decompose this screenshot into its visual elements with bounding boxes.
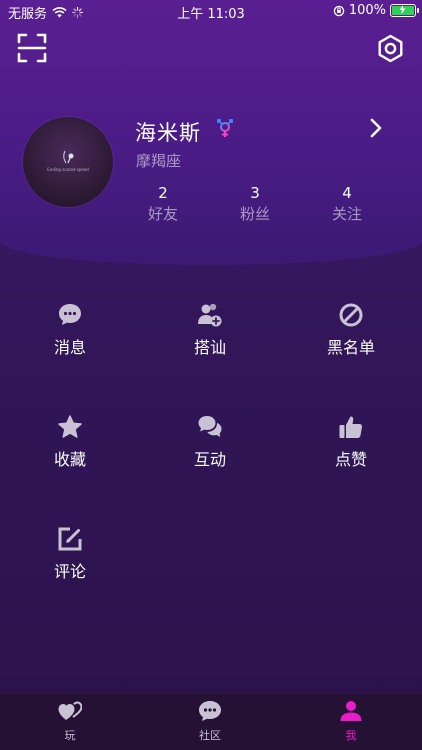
settings-icon[interactable]: [376, 34, 405, 63]
person-icon: [340, 701, 362, 721]
zodiac-sign: 摩羯座: [136, 152, 182, 170]
menu-favorites-label: 收藏: [53, 450, 86, 469]
user-name: 海米斯: [135, 121, 201, 145]
menu-pickup[interactable]: 搭讪: [155, 300, 265, 358]
menu-blacklist[interactable]: 黑名单: [296, 300, 406, 358]
menu-comments[interactable]: 评论: [15, 524, 125, 582]
battery-icon: [390, 4, 419, 17]
battery-percent: 100%: [348, 3, 386, 18]
chat-icon: [199, 701, 221, 721]
stat-following[interactable]: 4 关注: [317, 184, 377, 224]
menu-pickup-label: 搭讪: [193, 338, 226, 357]
star-icon: [58, 415, 82, 438]
gender-icon: [217, 119, 233, 137]
edit-icon: [58, 527, 82, 551]
menu-comments-label: 评论: [53, 562, 86, 581]
menu-messages-label: 消息: [53, 338, 86, 357]
menu-interaction[interactable]: 互动: [155, 412, 265, 470]
menu-blacklist-label: 黑名单: [326, 338, 375, 357]
stat-fans[interactable]: 3 粉丝: [225, 184, 285, 224]
avatar-figure-icon: [63, 150, 74, 164]
menu-likes[interactable]: 点赞: [296, 412, 406, 470]
tab-play-label: 玩: [64, 729, 76, 742]
menu-messages[interactable]: 消息: [15, 300, 125, 358]
menu-likes-label: 点赞: [334, 450, 367, 469]
comments-icon: [198, 416, 222, 437]
hearts-icon: [58, 701, 83, 720]
status-bar: 无服务 上午 11:03 100%: [0, 0, 422, 24]
status-right: 100%: [333, 3, 419, 18]
stat-fans-label: 粉丝: [239, 205, 270, 223]
stat-friends-label: 好友: [147, 205, 178, 223]
add-user-icon: [198, 303, 222, 327]
chevron-right-icon[interactable]: [368, 118, 384, 138]
stat-friends[interactable]: 2 好友: [133, 184, 193, 224]
stat-following-label: 关注: [331, 205, 362, 223]
tab-community[interactable]: 社区: [170, 700, 250, 743]
stat-following-value: 4: [342, 184, 352, 202]
block-icon: [339, 303, 363, 327]
scan-icon[interactable]: [17, 33, 47, 63]
menu-interaction-label: 互动: [193, 450, 226, 469]
tab-me-label: 我: [345, 729, 357, 742]
chat-bubble-icon: [59, 304, 81, 325]
stat-friends-value: 2: [158, 184, 168, 202]
thumbs-up-icon: [339, 416, 363, 438]
menu-favorites[interactable]: 收藏: [15, 412, 125, 470]
rotation-lock-icon: [333, 5, 345, 16]
tab-me[interactable]: 我: [311, 700, 391, 743]
tab-play[interactable]: 玩: [30, 700, 110, 743]
tab-bar: 玩 社区 我: [0, 693, 422, 750]
stat-fans-value: 3: [250, 184, 260, 202]
tab-community-label: 社区: [199, 729, 221, 742]
avatar-caption: Ending scared speed: [47, 167, 89, 172]
avatar[interactable]: Ending scared speed: [23, 117, 113, 207]
